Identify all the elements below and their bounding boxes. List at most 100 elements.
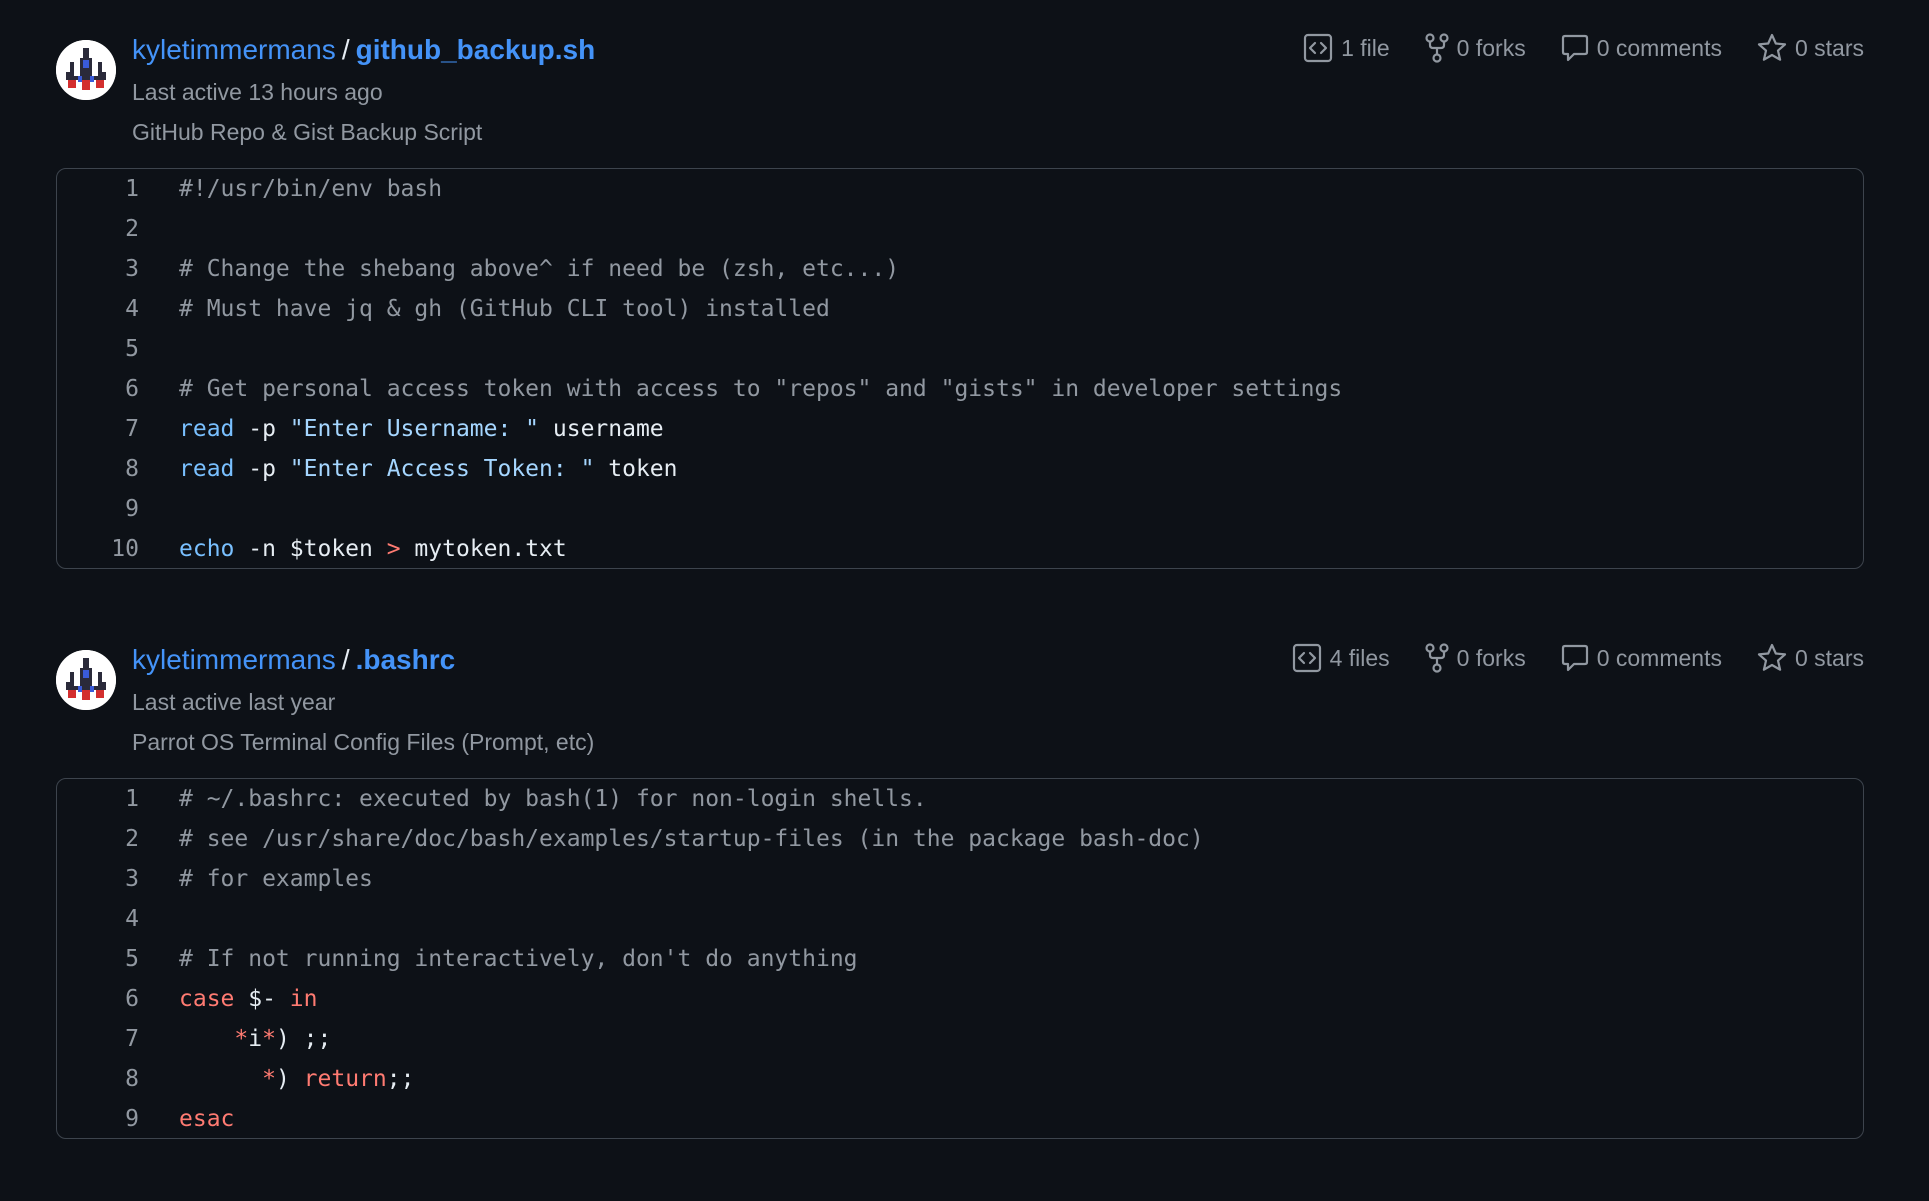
code-token: # Change the shebang above^ if need be (… — [179, 256, 900, 282]
line-number[interactable]: 9 — [57, 496, 139, 522]
code-line: 8 read -p "Enter Access Token: " token — [57, 449, 1863, 489]
code-token: token — [594, 456, 678, 482]
line-number[interactable]: 1 — [57, 176, 139, 202]
code-line: 4 # Must have jq & gh (GitHub CLI tool) i… — [57, 289, 1863, 329]
avatar[interactable] — [56, 650, 116, 710]
code-token: # ~/.bashrc: executed by bash(1) for non… — [179, 786, 927, 812]
files-count: 1 file — [1341, 35, 1390, 61]
gist-owner-link[interactable]: kyletimmermans — [132, 34, 336, 65]
code-token: # for examples — [179, 866, 373, 892]
gist-stats: 1 file 0 forks 0 comments 0 stars — [1268, 30, 1864, 66]
line-content: *i*) ;; — [139, 1026, 331, 1052]
code-token: > — [386, 536, 401, 562]
code-line: 1 #!/usr/bin/env bash — [57, 169, 1863, 209]
comment-icon — [1561, 644, 1588, 672]
line-number[interactable]: 7 — [57, 1026, 139, 1052]
line-content: # If not running interactively, don't do… — [139, 946, 858, 972]
gist-name-link[interactable]: .bashrc — [356, 644, 456, 675]
spaceship-icon — [56, 40, 116, 100]
line-number[interactable]: 2 — [57, 826, 139, 852]
repo-forked-icon — [1425, 643, 1449, 673]
line-number[interactable]: 4 — [57, 296, 139, 322]
code-token: ) ;; — [275, 1026, 332, 1052]
line-number[interactable]: 1 — [57, 786, 139, 812]
code-line: 6 # Get personal access token with access… — [57, 369, 1863, 409]
gist-item: kyletimmermans / .bashrc Last active last … — [56, 610, 1864, 1139]
code-token: * — [234, 1026, 249, 1052]
gist-item: kyletimmermans / github_backup.sh Last act… — [56, 0, 1864, 569]
line-number[interactable]: 5 — [57, 946, 139, 972]
title-separator: / — [341, 34, 350, 65]
line-number[interactable]: 9 — [57, 1106, 139, 1132]
line-content: # Change the shebang above^ if need be (… — [139, 256, 899, 282]
code-line: 3 # for examples — [57, 859, 1863, 899]
gist-description: GitHub Repo & Gist Backup Script — [132, 119, 483, 145]
comment-icon — [1561, 34, 1588, 62]
gist-owner-link[interactable]: kyletimmermans — [132, 644, 336, 675]
gist-header: kyletimmermans / .bashrc Last active last … — [56, 610, 1864, 758]
repo-forked-icon — [1425, 33, 1449, 63]
forks-count: 0 forks — [1456, 645, 1526, 671]
line-number[interactable]: 8 — [57, 456, 139, 482]
line-number[interactable]: 10 — [57, 536, 139, 562]
code-token: read — [179, 456, 235, 482]
files-count-link[interactable]: 4 files — [1291, 640, 1390, 676]
forks-count-link[interactable]: 0 forks — [1424, 30, 1526, 66]
line-content: read -p "Enter Username: " username — [139, 416, 664, 442]
files-count: 4 files — [1329, 645, 1390, 671]
code-token: # Must have jq & gh (GitHub CLI tool) in… — [179, 296, 830, 322]
comments-count-link[interactable]: 0 comments — [1560, 30, 1722, 66]
code-line: 1 # ~/.bashrc: executed by bash(1) for no… — [57, 779, 1863, 819]
line-number[interactable]: 7 — [57, 416, 139, 442]
line-content: read -p "Enter Access Token: " token — [139, 456, 678, 482]
code-token: * — [262, 1066, 276, 1092]
forks-count-link[interactable]: 0 forks — [1424, 640, 1526, 676]
code-token: # Get personal access token with access … — [179, 376, 1343, 402]
line-number[interactable]: 2 — [57, 216, 139, 242]
line-number[interactable]: 3 — [57, 866, 139, 892]
star-icon — [1757, 643, 1787, 671]
code-line: 2 # see /usr/share/doc/bash/examples/star… — [57, 819, 1863, 859]
stars-count-link[interactable]: 0 stars — [1756, 640, 1864, 676]
code-token: i — [248, 1026, 263, 1052]
code-token: ;; — [386, 1066, 415, 1092]
code-preview[interactable]: 1 # ~/.bashrc: executed by bash(1) for no… — [56, 778, 1864, 1139]
gist-title: kyletimmermans / .bashrc — [132, 640, 455, 680]
code-token: ) — [275, 1066, 304, 1092]
files-count-link[interactable]: 1 file — [1302, 30, 1390, 66]
line-number[interactable]: 4 — [57, 906, 139, 932]
code-preview[interactable]: 1 #!/usr/bin/env bash 2 3 # Change the sheba… — [56, 168, 1864, 569]
code-token: # see /usr/share/doc/bash/examples/start… — [179, 826, 1204, 852]
spaceship-icon — [56, 650, 116, 710]
code-line: 8 *) return;; — [57, 1059, 1863, 1099]
code-token: echo — [179, 536, 235, 562]
stars-count: 0 stars — [1794, 645, 1864, 671]
last-active: Last active 13 hours ago — [132, 79, 383, 105]
code-line: 10 echo -n $token > mytoken.txt — [57, 529, 1863, 568]
line-number[interactable]: 6 — [57, 986, 139, 1012]
stars-count: 0 stars — [1794, 35, 1864, 61]
comments-count: 0 comments — [1596, 645, 1722, 671]
code-token: -p — [234, 416, 290, 442]
line-number[interactable]: 3 — [57, 256, 139, 282]
comments-count-link[interactable]: 0 comments — [1560, 640, 1722, 676]
code-line: 5 # If not running interactively, don't d… — [57, 939, 1863, 979]
avatar[interactable] — [56, 40, 116, 100]
line-number[interactable]: 5 — [57, 336, 139, 362]
line-content: #!/usr/bin/env bash — [139, 176, 442, 202]
code-token: return — [303, 1066, 387, 1092]
line-content: *) return;; — [139, 1066, 414, 1092]
code-token: #!/usr/bin/env bash — [179, 176, 443, 202]
code-token: # If not running interactively, don't do… — [179, 946, 858, 972]
line-number[interactable]: 8 — [57, 1066, 139, 1092]
code-token: username — [539, 416, 664, 442]
gist-description: Parrot OS Terminal Config Files (Prompt,… — [132, 729, 595, 755]
stars-count-link[interactable]: 0 stars — [1756, 30, 1864, 66]
code-square-icon — [1292, 643, 1321, 673]
line-content: esac — [139, 1106, 234, 1132]
line-content: # see /usr/share/doc/bash/examples/start… — [139, 826, 1204, 852]
gist-name-link[interactable]: github_backup.sh — [356, 34, 596, 65]
line-number[interactable]: 6 — [57, 376, 139, 402]
line-content: # Must have jq & gh (GitHub CLI tool) in… — [139, 296, 830, 322]
code-token: "Enter Username: " — [289, 416, 540, 442]
